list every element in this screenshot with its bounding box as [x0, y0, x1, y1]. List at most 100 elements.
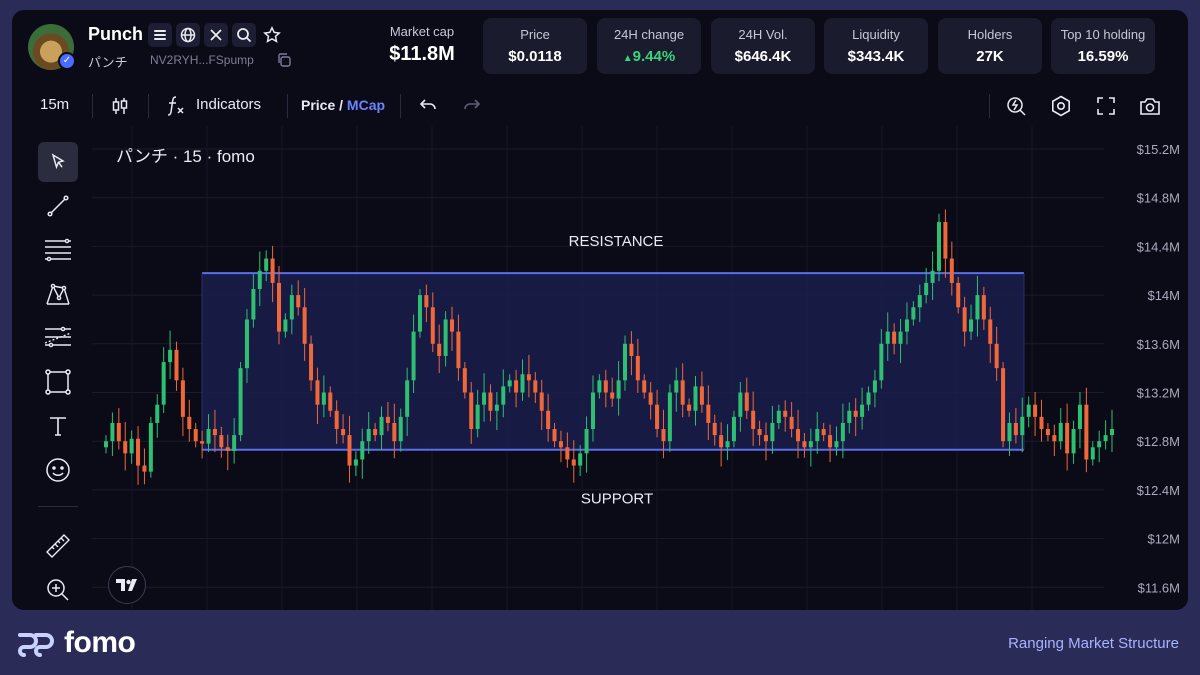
- candle-body: [283, 319, 288, 332]
- y-tick-label: $12.8M: [1137, 434, 1180, 449]
- settings-icon[interactable]: [1049, 94, 1073, 118]
- token-subname: パンチ: [88, 55, 128, 70]
- candle-body: [796, 429, 801, 442]
- market-cap: Market cap $11.8M: [372, 24, 472, 66]
- fib-icon[interactable]: [38, 230, 78, 270]
- candle-body: [533, 380, 538, 393]
- candle-body: [219, 435, 224, 448]
- candle-body: [623, 343, 628, 381]
- y-tick-label: $13.2M: [1137, 386, 1180, 401]
- fx-icon[interactable]: [164, 94, 188, 118]
- emoji-icon[interactable]: [38, 450, 78, 490]
- candle-body: [680, 380, 685, 405]
- top10-card: Top 10 holding 16.59%: [1051, 18, 1155, 74]
- text-icon[interactable]: [38, 406, 78, 446]
- candle-body: [129, 438, 134, 454]
- chart-toolbar: 15m Indicators Price / MCap: [12, 88, 1188, 124]
- star-icon[interactable]: [260, 23, 284, 47]
- candle-body: [956, 282, 961, 308]
- globe-icon[interactable]: [176, 23, 200, 47]
- toolbar-divider: [400, 94, 401, 118]
- candle-body: [1077, 404, 1082, 430]
- candle-body: [405, 380, 410, 417]
- toolbar-divider: [148, 94, 149, 118]
- candle-body: [341, 429, 346, 436]
- candle-body: [962, 307, 967, 332]
- toolbar-divider: [92, 94, 93, 118]
- top10-value: 16.59%: [1077, 48, 1129, 65]
- change-value: ▲9.44%: [597, 48, 701, 65]
- candle-body: [885, 331, 890, 344]
- gann-icon[interactable]: [38, 318, 78, 358]
- tradingview-logo[interactable]: [108, 566, 146, 604]
- candle-body: [136, 438, 141, 466]
- trendline-icon[interactable]: [38, 186, 78, 226]
- menu-icon[interactable]: [148, 23, 172, 47]
- candle-body: [892, 331, 897, 344]
- candle-body: [757, 429, 762, 436]
- y-tick-label: $15.2M: [1137, 142, 1180, 157]
- candle-body: [629, 343, 634, 356]
- candle-body: [270, 258, 275, 283]
- pattern-icon[interactable]: [38, 274, 78, 314]
- liquidity-card: Liquidity $343.4K: [824, 18, 928, 74]
- candle-body: [1052, 435, 1057, 442]
- candle-body: [411, 331, 416, 381]
- candle-body: [975, 295, 980, 320]
- candle-body: [334, 410, 339, 430]
- toggle-slash: /: [339, 97, 344, 113]
- x-icon[interactable]: [204, 23, 228, 47]
- candle-body: [1013, 422, 1018, 436]
- cursor-icon[interactable]: [38, 142, 78, 182]
- ruler-icon[interactable]: [38, 526, 78, 566]
- candle-icon[interactable]: [108, 94, 132, 118]
- candle-body: [417, 295, 422, 332]
- toolbar-divider: [989, 94, 990, 118]
- candle-body: [379, 416, 384, 436]
- change-value-text: 9.44%: [632, 48, 676, 65]
- candle-body: [251, 289, 256, 320]
- candle-body: [123, 441, 128, 454]
- candle-body: [917, 295, 922, 308]
- candle-body: [783, 410, 788, 417]
- candle-body: [507, 380, 512, 387]
- search-icon[interactable]: [232, 23, 256, 47]
- rectangle-icon[interactable]: [38, 362, 78, 402]
- mcap-toggle[interactable]: MCap: [347, 97, 385, 113]
- candle-body: [212, 429, 217, 436]
- zoom-icon[interactable]: [38, 570, 78, 610]
- candle-body: [347, 435, 352, 466]
- candle-body: [898, 331, 903, 344]
- candle-body: [398, 416, 403, 442]
- candle-body: [712, 422, 717, 436]
- candle-body: [590, 392, 595, 430]
- copy-icon[interactable]: [276, 52, 292, 68]
- price-toggle[interactable]: Price: [301, 97, 335, 113]
- candle-body: [840, 422, 845, 442]
- price-mcap-toggle[interactable]: Price / MCap: [301, 97, 385, 113]
- candle-body: [450, 319, 455, 332]
- interval-button[interactable]: 15m: [40, 96, 69, 113]
- y-tick-label: $13.6M: [1137, 337, 1180, 352]
- candle-body: [385, 416, 390, 423]
- candle-body: [225, 447, 230, 451]
- toolbar-divider: [287, 94, 288, 118]
- candle-body: [930, 270, 935, 283]
- candle-body: [360, 441, 365, 460]
- candle-body: [847, 410, 852, 423]
- candle-body: [116, 422, 121, 442]
- candle-body: [981, 295, 986, 320]
- price-chart[interactable]: $15.2M $14.8M $14.4M $14M $13.6M $13.2M $12.8M…: [92, 126, 1188, 610]
- lightning-icon[interactable]: [1004, 94, 1028, 118]
- candle-body: [1097, 441, 1102, 448]
- price-value: $0.0118: [508, 48, 562, 65]
- holders-label: Holders: [967, 27, 1013, 42]
- candle-body: [763, 435, 768, 442]
- camera-icon[interactable]: [1138, 94, 1162, 118]
- fullscreen-icon[interactable]: [1094, 94, 1118, 118]
- indicators-button[interactable]: Indicators: [196, 96, 261, 113]
- change-label: 24H change: [613, 27, 685, 42]
- redo-icon[interactable]: [460, 94, 484, 118]
- undo-icon[interactable]: [416, 94, 440, 118]
- holders-value: 27K: [976, 48, 1004, 65]
